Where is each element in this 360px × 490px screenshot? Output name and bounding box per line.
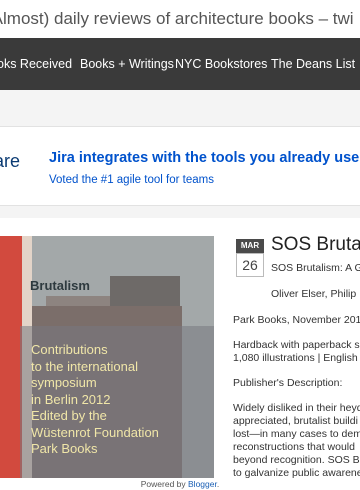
post-description-line: beyond recognition. SOS B xyxy=(233,454,360,466)
post-description-line: lost—in many cases to dem xyxy=(233,428,360,440)
post-format-line: 1,080 illustrations | English xyxy=(233,352,358,364)
cover-spine xyxy=(0,236,22,478)
post-description-line: appreciated, brutalist buildi xyxy=(233,415,358,427)
blog-tagline-bar: (Almost) daily reviews of architecture b… xyxy=(0,0,360,38)
nav-books-received[interactable]: oks Received xyxy=(0,57,72,71)
blogger-link[interactable]: Blogger xyxy=(188,479,217,489)
ad-headline[interactable]: Jira integrates with the tools you alrea… xyxy=(49,150,359,166)
post-subtitle: SOS Brutalism: A G xyxy=(271,262,360,274)
top-navigation: oks Received Books + Writings NYC Bookst… xyxy=(0,38,360,90)
post-date-badge: MAR 26 xyxy=(236,239,264,277)
page-footer: Powered by Blogger. xyxy=(0,478,360,490)
nav-deans-list[interactable]: The Deans List xyxy=(271,57,355,71)
post-description-line: Widely disliked in their heyd xyxy=(233,402,360,414)
nav-books-writings[interactable]: Books + Writings xyxy=(80,57,174,71)
powered-by-text: Powered by xyxy=(140,479,186,489)
post-format-line: Hardback with paperback s xyxy=(233,339,360,351)
blog-tagline: (Almost) daily reviews of architecture b… xyxy=(0,9,354,28)
spacer xyxy=(0,206,360,218)
book-cover-image[interactable]: Brutalism Contributions to the internati… xyxy=(0,236,214,478)
post-description-line: to galvanize public awarene xyxy=(233,467,360,478)
ad-partial-word: are xyxy=(0,151,21,171)
post-publisher: Park Books, November 201 xyxy=(233,314,360,326)
post-description-label: Publisher's Description: xyxy=(233,377,343,389)
cover-series-label: Brutalism xyxy=(30,278,90,293)
spacer xyxy=(0,90,360,126)
blog-post: Brutalism Contributions to the internati… xyxy=(0,218,360,478)
post-authors: Oliver Elser, Philip xyxy=(271,288,357,300)
post-date-month: MAR xyxy=(236,239,264,253)
nav-nyc-bookstores[interactable]: NYC Bookstores xyxy=(175,57,267,71)
cover-text: Contributions to the international sympo… xyxy=(31,342,159,456)
post-title[interactable]: SOS Bruta xyxy=(271,234,360,256)
advertisement-banner[interactable]: are Jira integrates with the tools you a… xyxy=(0,126,360,206)
post-description-line: reconstructions that would xyxy=(233,441,355,453)
ad-subline[interactable]: Voted the #1 agile tool for teams xyxy=(49,174,214,186)
post-date-day: 26 xyxy=(236,253,264,277)
